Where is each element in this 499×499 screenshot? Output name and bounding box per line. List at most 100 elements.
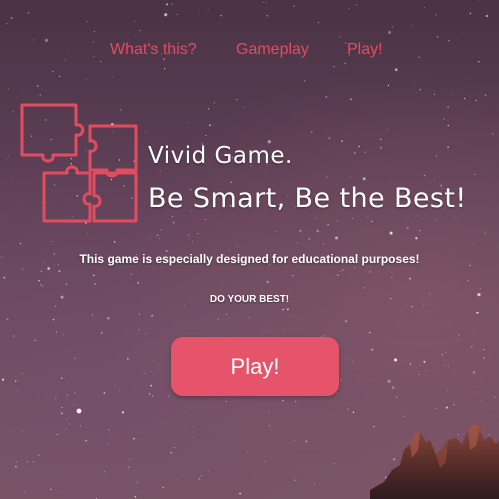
star [225, 313, 228, 316]
star [65, 283, 67, 285]
star [74, 357, 76, 360]
star [150, 237, 152, 239]
star [305, 440, 308, 442]
star [112, 76, 113, 78]
star [436, 36, 439, 38]
star [50, 488, 52, 491]
star [409, 277, 411, 280]
star [447, 124, 449, 127]
star [396, 396, 398, 398]
star [453, 403, 455, 406]
star [121, 411, 125, 414]
star [240, 492, 242, 495]
nav-link-play[interactable]: Play! [347, 41, 383, 59]
star [21, 373, 24, 375]
star [55, 331, 57, 333]
star [204, 218, 207, 220]
star [157, 369, 159, 370]
star [493, 396, 496, 399]
star [337, 274, 339, 276]
star [379, 146, 383, 149]
star [134, 20, 136, 22]
star [344, 62, 346, 65]
star [207, 9, 209, 11]
star [333, 462, 335, 465]
star [114, 385, 116, 387]
star [136, 482, 139, 484]
star [160, 229, 162, 231]
star [208, 470, 210, 472]
star [148, 393, 151, 395]
star [91, 314, 94, 316]
star [342, 269, 344, 271]
headline-game-name: Vivid Game. [148, 143, 293, 169]
star [328, 137, 330, 139]
star [23, 491, 26, 493]
star [491, 133, 494, 135]
star [455, 217, 457, 219]
star [369, 331, 371, 334]
top-nav: What's this? Gameplay Play! [0, 41, 499, 63]
star [138, 329, 140, 331]
star [7, 156, 9, 157]
star [58, 75, 61, 78]
star [36, 85, 39, 88]
play-button[interactable]: Play! [171, 337, 339, 396]
star [94, 283, 96, 285]
star [104, 364, 106, 366]
star [474, 173, 476, 175]
nav-link-whats-this[interactable]: What's this? [110, 41, 197, 59]
star [164, 67, 166, 70]
star [356, 4, 357, 6]
headline-slogan: Be Smart, Be the Best! [148, 183, 467, 214]
star [485, 14, 489, 18]
star [327, 224, 329, 226]
star [336, 393, 338, 395]
star [41, 285, 43, 287]
star [266, 15, 268, 17]
star [325, 96, 327, 98]
star [443, 118, 445, 120]
star [209, 124, 211, 126]
star [371, 220, 373, 222]
star [447, 146, 449, 148]
star [483, 357, 485, 359]
star [484, 232, 487, 234]
star [17, 390, 19, 391]
star [85, 78, 87, 80]
star [236, 99, 238, 101]
nav-link-gameplay[interactable]: Gameplay [236, 41, 309, 59]
star [243, 107, 245, 109]
star [411, 305, 413, 308]
star [479, 288, 481, 290]
star [21, 268, 24, 270]
star [333, 65, 335, 68]
star [137, 282, 139, 284]
star [428, 152, 430, 154]
star [19, 242, 22, 245]
star [294, 440, 296, 442]
star [419, 88, 421, 91]
star [52, 70, 54, 73]
star [58, 270, 61, 273]
star [475, 312, 478, 314]
star [205, 134, 207, 136]
star [51, 240, 54, 243]
star [164, 13, 168, 17]
star [424, 174, 426, 176]
star [166, 3, 169, 6]
puzzle-pieces-icon [19, 103, 141, 223]
star [152, 395, 154, 397]
star [61, 377, 63, 379]
star [236, 245, 237, 246]
star [324, 130, 326, 132]
star [127, 358, 129, 360]
star [367, 215, 369, 217]
star [137, 480, 139, 482]
star [340, 271, 342, 273]
star [296, 242, 298, 244]
star [265, 1, 268, 4]
star [316, 229, 320, 233]
star [153, 360, 155, 362]
star [183, 410, 185, 412]
